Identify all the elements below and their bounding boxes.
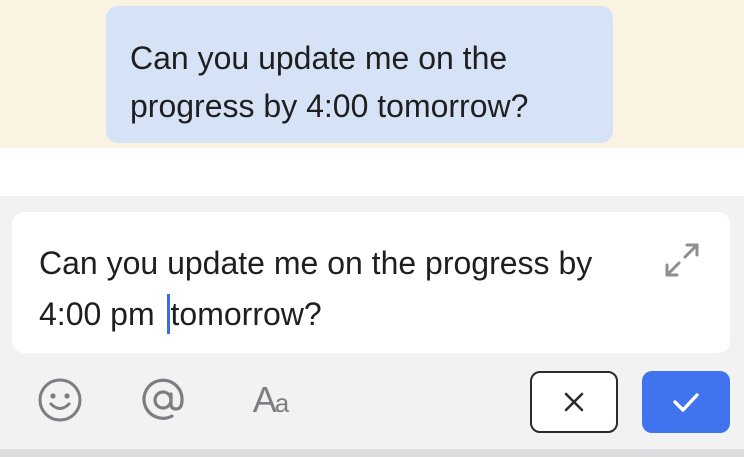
text-caret	[166, 294, 170, 334]
cancel-button[interactable]	[530, 371, 618, 433]
input-text-after-caret: tomorrow?	[170, 296, 322, 332]
message-composer: Can you update me on the progress by 4:0…	[0, 196, 744, 449]
close-icon	[564, 392, 584, 412]
bottom-border	[0, 449, 744, 457]
confirm-button[interactable]	[642, 371, 730, 433]
message-bubble[interactable]: Can you update me on the progress by 4:0…	[106, 6, 613, 143]
message-input[interactable]: Can you update me on the progress by 4:0…	[12, 212, 730, 353]
expand-icon[interactable]	[662, 240, 702, 280]
checkmark-icon	[673, 393, 699, 412]
emoji-icon	[38, 378, 82, 422]
at-sign-icon	[142, 378, 184, 420]
format-button[interactable]: Aa	[244, 374, 296, 426]
emoji-button[interactable]	[36, 374, 84, 426]
chat-area: Can you update me on the progress by 4:0…	[0, 0, 744, 148]
divider-space	[0, 148, 744, 196]
text-format-icon: Aa	[252, 379, 290, 420]
mention-button[interactable]	[139, 374, 187, 426]
message-text: Can you update me on the progress by 4:0…	[130, 40, 529, 124]
